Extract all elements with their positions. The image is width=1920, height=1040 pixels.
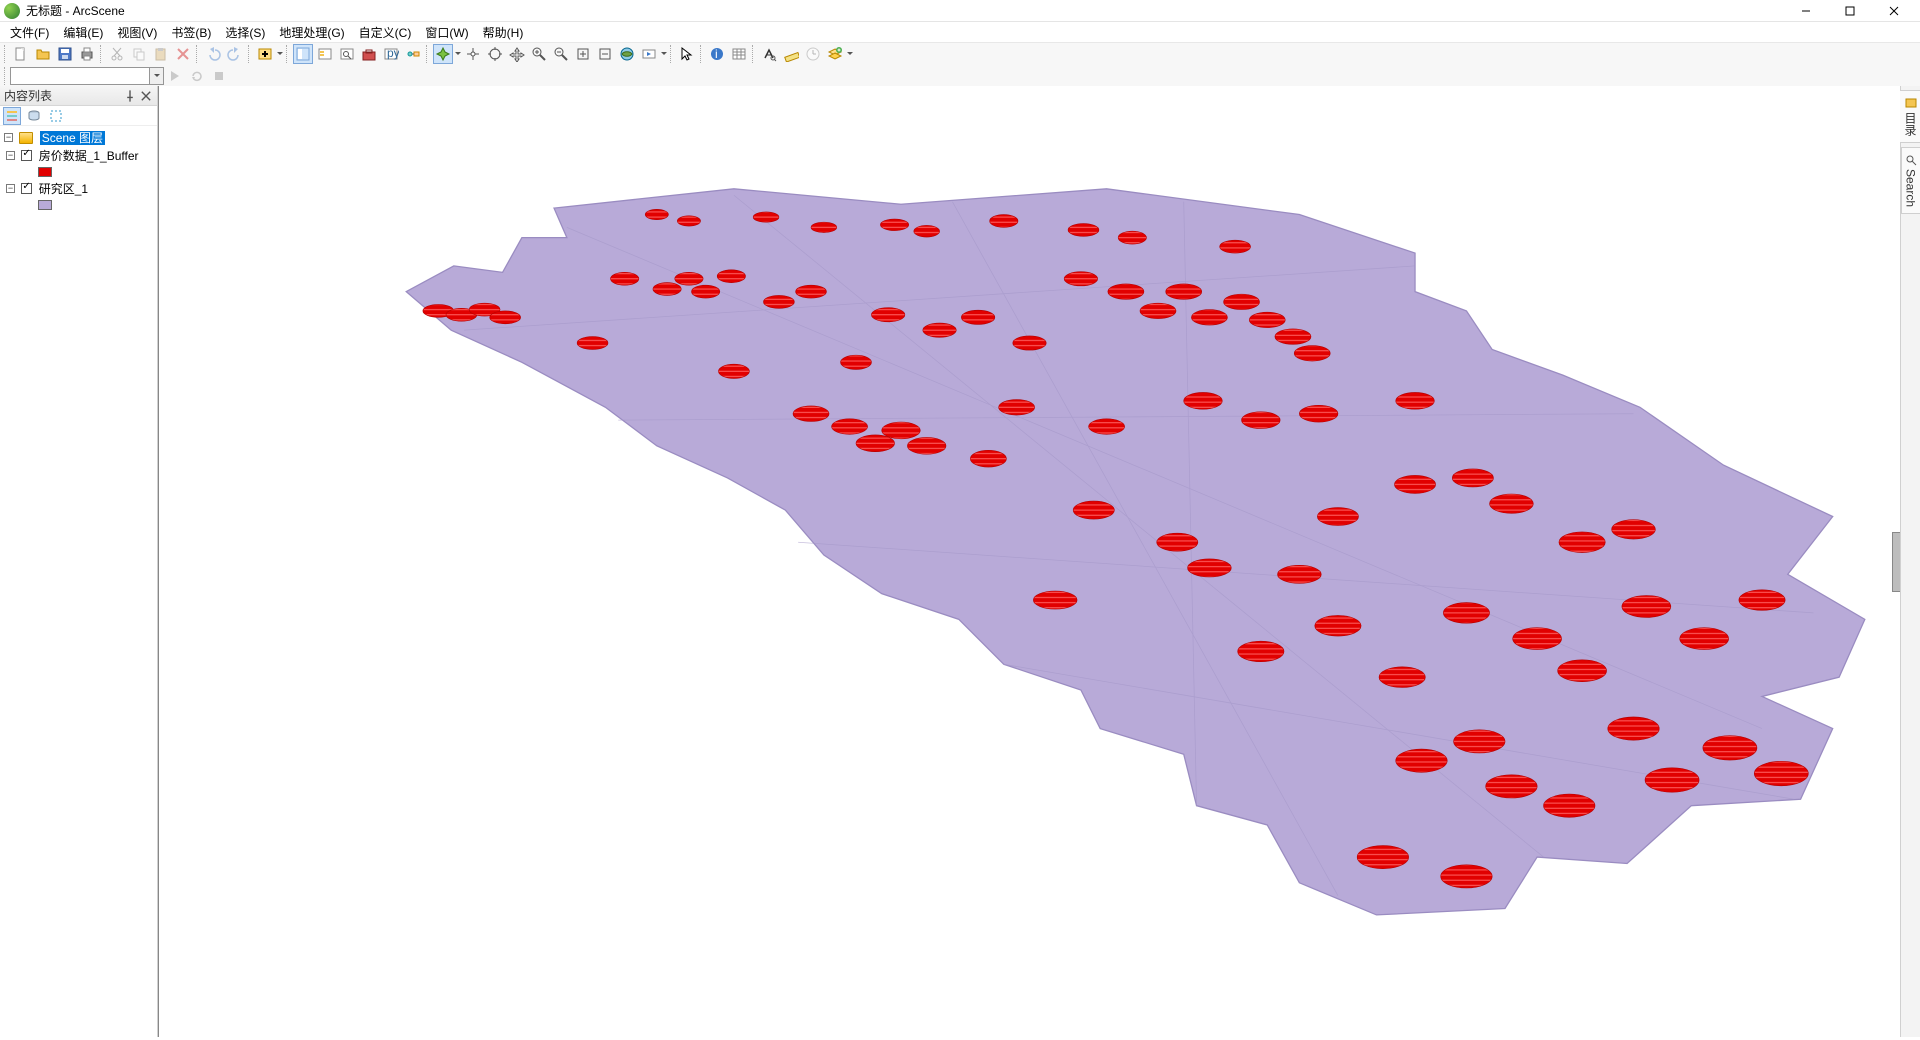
toolbox-icon[interactable] xyxy=(359,44,379,64)
open-folder-icon[interactable] xyxy=(33,44,53,64)
pin-icon[interactable] xyxy=(123,89,137,103)
toc-header: 内容列表 xyxy=(0,86,157,106)
identify-icon[interactable]: i xyxy=(707,44,727,64)
python-window-icon[interactable]: py xyxy=(381,44,401,64)
select-arrow-icon[interactable] xyxy=(677,44,697,64)
location-input[interactable] xyxy=(10,67,150,85)
list-by-drawing-order-icon[interactable] xyxy=(3,107,21,125)
modelbuilder-icon[interactable] xyxy=(403,44,423,64)
main-area: 内容列表 − Scene 图层 − 房价数据_1 xyxy=(0,86,1920,1037)
menu-customize[interactable]: 自定义(C) xyxy=(353,22,418,43)
save-icon[interactable] xyxy=(55,44,75,64)
search-icon xyxy=(1905,154,1917,166)
menu-view[interactable]: 视图(V) xyxy=(111,22,163,43)
scene-folder-icon xyxy=(19,132,33,144)
tree-root[interactable]: − Scene 图层 − 房价数据_1_Buffer − xyxy=(2,128,155,213)
pan-icon[interactable] xyxy=(507,44,527,64)
menu-geoprocessing[interactable]: 地理处理(G) xyxy=(273,22,350,43)
tree-layer-buffer[interactable]: − 房价数据_1_Buffer xyxy=(4,146,155,179)
layer-label[interactable]: 研究区_1 xyxy=(39,182,88,196)
location-dropdown[interactable] xyxy=(150,67,164,85)
attribute-table-icon[interactable] xyxy=(729,44,749,64)
redo-icon[interactable] xyxy=(225,44,245,64)
menu-edit[interactable]: 编辑(E) xyxy=(57,22,109,43)
menu-file[interactable]: 文件(F) xyxy=(4,22,55,43)
new-file-icon[interactable] xyxy=(11,44,31,64)
animation-dropdown[interactable] xyxy=(660,50,668,58)
toc-tree[interactable]: − Scene 图层 − 房价数据_1_Buffer − xyxy=(0,126,157,1037)
add-layer-dropdown[interactable] xyxy=(846,50,854,58)
layer-checkbox[interactable] xyxy=(21,183,32,194)
menu-windows[interactable]: 窗口(W) xyxy=(419,22,474,43)
find-icon[interactable] xyxy=(759,44,779,64)
toc-panel: 内容列表 − Scene 图层 − 房价数据_1 xyxy=(0,86,158,1037)
time-slider-icon[interactable] xyxy=(803,44,823,64)
catalog-window-icon[interactable] xyxy=(315,44,335,64)
search-window-icon[interactable] xyxy=(337,44,357,64)
toolbar-area: py i xyxy=(0,42,1920,88)
list-by-source-icon[interactable] xyxy=(25,107,43,125)
add-data-icon[interactable] xyxy=(255,44,275,64)
copy-icon[interactable] xyxy=(129,44,149,64)
close-panel-icon[interactable] xyxy=(139,89,153,103)
menu-help[interactable]: 帮助(H) xyxy=(477,22,530,43)
layer-label[interactable]: 房价数据_1_Buffer xyxy=(39,149,139,163)
viewport-resize-handle[interactable] xyxy=(1892,532,1900,592)
maximize-button[interactable] xyxy=(1828,0,1872,22)
navigate-icon[interactable] xyxy=(433,44,453,64)
tree-layer-studyarea[interactable]: − 研究区_1 xyxy=(4,179,155,212)
dock-tab-search-label: Search xyxy=(1904,169,1918,207)
fixed-zoom-in-icon[interactable] xyxy=(573,44,593,64)
menu-selection[interactable]: 选择(S) xyxy=(219,22,271,43)
catalog-icon xyxy=(1905,97,1917,109)
dock-tab-search[interactable]: Search xyxy=(1901,147,1920,214)
fly-icon[interactable] xyxy=(463,44,483,64)
scene-canvas[interactable] xyxy=(159,86,1900,1037)
tree-root-label[interactable]: Scene 图层 xyxy=(40,131,105,145)
dock-tab-catalog[interactable]: 目录 xyxy=(1899,90,1920,143)
zoom-in-icon[interactable] xyxy=(529,44,549,64)
animation-icon[interactable] xyxy=(639,44,659,64)
svg-text:i: i xyxy=(715,47,718,61)
location-toolbar xyxy=(0,65,1920,87)
delete-icon[interactable] xyxy=(173,44,193,64)
fixed-zoom-out-icon[interactable] xyxy=(595,44,615,64)
expand-icon[interactable]: − xyxy=(6,151,15,160)
undo-icon[interactable] xyxy=(203,44,223,64)
toc-toolbar xyxy=(0,106,157,126)
right-dock: 目录 Search xyxy=(1900,86,1920,1037)
standard-toolbar: py i xyxy=(0,43,1920,65)
refresh-icon[interactable] xyxy=(187,66,207,86)
menu-bar: 文件(F) 编辑(E) 视图(V) 书签(B) 选择(S) 地理处理(G) 自定… xyxy=(0,22,1920,42)
full-extent-icon[interactable] xyxy=(617,44,637,64)
menu-bookmarks[interactable]: 书签(B) xyxy=(165,22,217,43)
center-target-icon[interactable] xyxy=(485,44,505,64)
cut-icon[interactable] xyxy=(107,44,127,64)
scene-viewport[interactable] xyxy=(158,86,1900,1037)
add-layer-icon[interactable] xyxy=(825,44,845,64)
minimize-button[interactable] xyxy=(1784,0,1828,22)
paste-icon[interactable] xyxy=(151,44,171,64)
toc-icon[interactable] xyxy=(293,44,313,64)
measure-icon[interactable] xyxy=(781,44,801,64)
print-icon[interactable] xyxy=(77,44,97,64)
expand-icon[interactable]: − xyxy=(4,133,13,142)
stop-icon[interactable] xyxy=(209,66,229,86)
close-button[interactable] xyxy=(1872,0,1916,22)
symbol-swatch-red[interactable] xyxy=(38,167,52,177)
title-bar: 无标题 - ArcScene xyxy=(0,0,1920,22)
svg-text:py: py xyxy=(387,46,399,60)
expand-icon[interactable]: − xyxy=(6,184,15,193)
layer-checkbox[interactable] xyxy=(21,150,32,161)
toc-title: 内容列表 xyxy=(4,87,52,104)
app-icon xyxy=(4,3,20,19)
dock-tab-catalog-label: 目录 xyxy=(1902,112,1919,136)
navigate-dropdown[interactable] xyxy=(454,50,462,58)
window-title: 无标题 - ArcScene xyxy=(26,2,125,19)
symbol-swatch-lavender[interactable] xyxy=(38,200,52,210)
go-icon[interactable] xyxy=(165,66,185,86)
add-data-dropdown[interactable] xyxy=(276,50,284,58)
list-by-selection-icon[interactable] xyxy=(47,107,65,125)
zoom-out-icon[interactable] xyxy=(551,44,571,64)
